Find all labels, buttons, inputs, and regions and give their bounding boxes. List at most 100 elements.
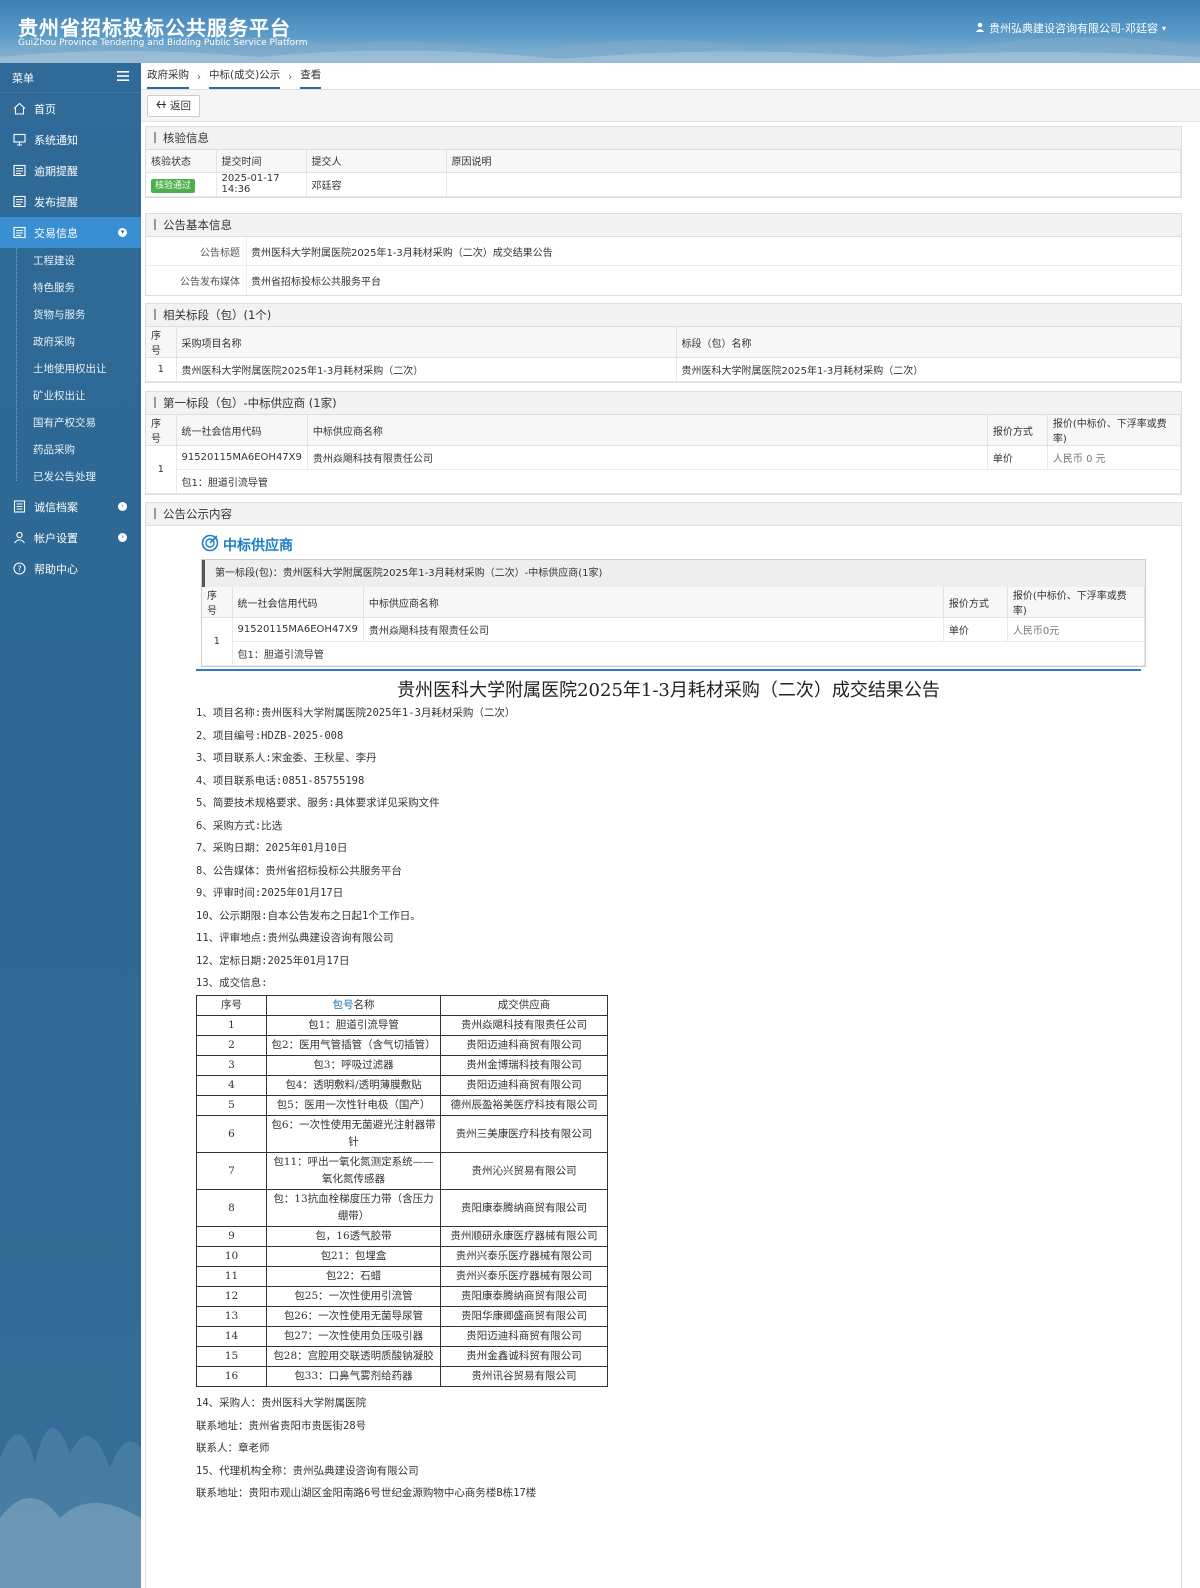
doc-line: 6、采购方式:比选 [196, 819, 283, 832]
winner-heading: 中标供应商 [201, 533, 1146, 557]
package-name: 包：13抗血栓梯度压力带（含压力绷带） [266, 1189, 441, 1227]
column-header: 统一社会信用代码 [232, 587, 364, 618]
subnav-item[interactable]: 药品采购 [0, 437, 141, 464]
subnav-item[interactable]: 货物与服务 [0, 302, 141, 329]
breadcrumb-item[interactable]: 政府采购 [147, 67, 189, 89]
help-icon: ? [12, 562, 26, 576]
column-header: 提交人 [306, 150, 447, 173]
column-header: 原因说明 [446, 150, 1181, 173]
credit-code: 91520115MA6EOH47X9 [232, 617, 364, 642]
row-number: 5 [196, 1095, 267, 1116]
back-icon [156, 100, 167, 112]
sidebar-landscape [0, 1427, 141, 1588]
row-number: 14 [196, 1326, 267, 1347]
sidebar-item-notifications[interactable]: 系统通知 [0, 124, 141, 155]
table-row: 10 包21：包埋盒 贵州兴泰乐医疗器械有限公司 [196, 1246, 608, 1267]
field-label: 公告标题 [200, 247, 240, 259]
supplier-panel: 第一标段（包）-中标供应商 (1家) 序号 统一社会信用代码 中标供应商名称 报… [145, 391, 1182, 495]
submitter: 邓廷容 [306, 172, 447, 197]
winner-section: 中标供应商 第一标段(包)：贵州医科大学附属医院2025年1-3月耗材采购（二次… [201, 533, 1146, 667]
subnav-item[interactable]: 已发公告处理 [0, 464, 141, 491]
back-button[interactable]: 返回 [147, 94, 200, 117]
target-icon [201, 534, 219, 556]
supplier-name: 贵州兴泰乐医疗器械有限公司 [440, 1266, 608, 1287]
doc-line: 8、公告媒体：贵州省招标投标公共服务平台 [196, 864, 402, 877]
menu-label: 菜单 [12, 71, 34, 85]
sidebar-item-home[interactable]: 首页 [0, 93, 141, 124]
chevron-right-icon: › [118, 502, 127, 511]
column-header: 序号 [146, 327, 177, 358]
row-number: 16 [196, 1366, 267, 1387]
doc-line: 5、简要技术规格要求、服务:具体要求详见采购文件 [196, 797, 440, 809]
doc-divider [196, 669, 1141, 671]
supplier-name: 贵州沁兴贸易有限公司 [440, 1152, 608, 1190]
subnav-item[interactable]: 矿业权出让 [0, 383, 141, 410]
column-header: 包号名称 [266, 995, 441, 1016]
doc-line: 1、项目名称:贵州医科大学附属医院2025年1-3月耗材采购（二次） [196, 707, 516, 719]
sidebar-item-credit[interactable]: 诚信档案 › [0, 491, 141, 522]
breadcrumb-item[interactable]: 中标(成交)公示 [209, 67, 281, 89]
row-number: 11 [196, 1266, 267, 1287]
platform-subtitle: GuiZhou Province Tendering and Bidding P… [18, 38, 308, 48]
subnav-item[interactable]: 国有产权交易 [0, 410, 141, 437]
price: 人民币0元 [1007, 617, 1146, 642]
column-header: 序号 [146, 415, 177, 446]
platform-title: 贵州省招标投标公共服务平台 [18, 16, 291, 40]
sidebar-item-trade-info[interactable]: 交易信息 ▾ [0, 217, 141, 248]
supplier-name: 贵阳迈迪科商贸有限公司 [440, 1035, 608, 1056]
doc-line: 12、定标日期:2025年01月17日 [196, 954, 350, 967]
subnav-item[interactable]: 工程建设 [0, 248, 141, 275]
chevron-right-icon: › [118, 533, 127, 542]
column-header: 序号 [196, 995, 267, 1016]
subnav-item[interactable]: 政府采购 [0, 329, 141, 356]
column-header: 标段（包）名称 [676, 327, 1181, 358]
supplier-name: 德州辰盈裕美医疗科技有限公司 [440, 1095, 608, 1116]
status-badge: 核验通过 [151, 178, 196, 193]
table-row: 包1：胆道引流导管 [146, 469, 1181, 494]
table-row: 1 包1：胆道引流导管 贵州焱飓科技有限责任公司 [196, 1015, 608, 1036]
column-header: 序号 [202, 587, 233, 618]
column-header: 报价方式 [987, 415, 1048, 446]
table-row: 6 包6：一次性使用无菌避光注射器带针 贵州三美康医疗科技有限公司 [196, 1115, 608, 1153]
doc-icon [12, 226, 26, 240]
supplier-name: 贵州焱飓科技有限责任公司 [363, 617, 944, 642]
row-number: 12 [196, 1286, 267, 1307]
package-no-label: 包号 [332, 999, 354, 1011]
sections-table: 序号 采购项目名称 标段（包）名称 1 贵州医科大学附属医院2025年1-3月耗… [146, 327, 1181, 382]
notice-title-value: 贵州医科大学附属医院2025年1-3月耗材采购（二次）成交结果公告 [246, 237, 553, 265]
sidebar-item-label: 发布提醒 [34, 195, 78, 209]
subnav-item[interactable]: 土地使用权出让 [0, 356, 141, 383]
doc-line: 11、评审地点:贵州弘典建设咨询有限公司 [196, 932, 394, 944]
winner-bar: 第一标段(包)：贵州医科大学附属医院2025年1-3月耗材采购（二次）-中标供应… [202, 560, 1145, 587]
table-row: 1 贵州医科大学附属医院2025年1-3月耗材采购（二次） 贵州医科大学附属医院… [146, 357, 1181, 382]
sidebar-item-overdue[interactable]: 逾期提醒 [0, 155, 141, 186]
user-menu[interactable]: 贵州弘典建设咨询有限公司-邓廷容 ▾ [975, 20, 1166, 36]
basic-info-panel: 公告基本信息 公告标题 贵州医科大学附属医院2025年1-3月耗材采购（二次）成… [145, 213, 1182, 296]
sidebar-item-publish-reminder[interactable]: 发布提醒 [0, 186, 141, 217]
hamburger-icon[interactable] [117, 71, 129, 84]
package-name: 包5：医用一次性针电极（国产） [266, 1095, 441, 1116]
supplier-name: 贵州顺研永康医疗器械有限公司 [440, 1226, 608, 1247]
doc-line: 3、项目联系人:宋金委、王秋星、李丹 [196, 752, 377, 764]
reason [446, 172, 1181, 197]
breadcrumb-separator: › [197, 72, 201, 83]
user-name: 贵州弘典建设咨询有限公司-邓廷容 [989, 22, 1158, 35]
sidebar-item-help[interactable]: ? 帮助中心 [0, 553, 141, 584]
table-row: 2 包2：医用气管插管（含气切插管） 贵阳迈迪科商贸有限公司 [196, 1035, 608, 1056]
breadcrumb-item[interactable]: 查看 [300, 67, 322, 89]
trade-info-submenu: 工程建设 特色服务 货物与服务 政府采购 土地使用权出让 矿业权出让 国有产权交… [0, 248, 141, 491]
sidebar-item-account[interactable]: 帐户设置 › [0, 522, 141, 553]
sections-panel: 相关标段（包）(1个) 序号 采购项目名称 标段（包）名称 1 贵州医科大学附属… [145, 303, 1182, 383]
column-header: 报价(中标价、下浮率或费率) [1047, 415, 1182, 446]
doc-line: 10、公示期限:自本公告发布之日起1个工作日。 [196, 909, 421, 922]
main-content: 政府采购 › 中标(成交)公示 › 查看 返回 核验信息 核验状态 提交时间 提… [141, 63, 1200, 1588]
doc-line: 2、项目编号:HDZB-2025-008 [196, 729, 344, 742]
doc-line: 9、评审时间:2025年01月17日 [196, 887, 344, 899]
user-icon [975, 22, 985, 35]
table-row: 1 91520115MA6EOH47X9 贵州焱飓科技有限责任公司 单价 人民币… [202, 617, 1146, 666]
table-row: 7 包11：呼出一氧化氮测定系统——氧化氮传感器 贵州沁兴贸易有限公司 [196, 1152, 608, 1190]
column-header: 报价方式 [943, 587, 1008, 618]
row-number: 3 [196, 1055, 267, 1076]
supplier-name: 贵阳康泰腾纳商贸有限公司 [440, 1189, 608, 1227]
subnav-item[interactable]: 特色服务 [0, 275, 141, 302]
